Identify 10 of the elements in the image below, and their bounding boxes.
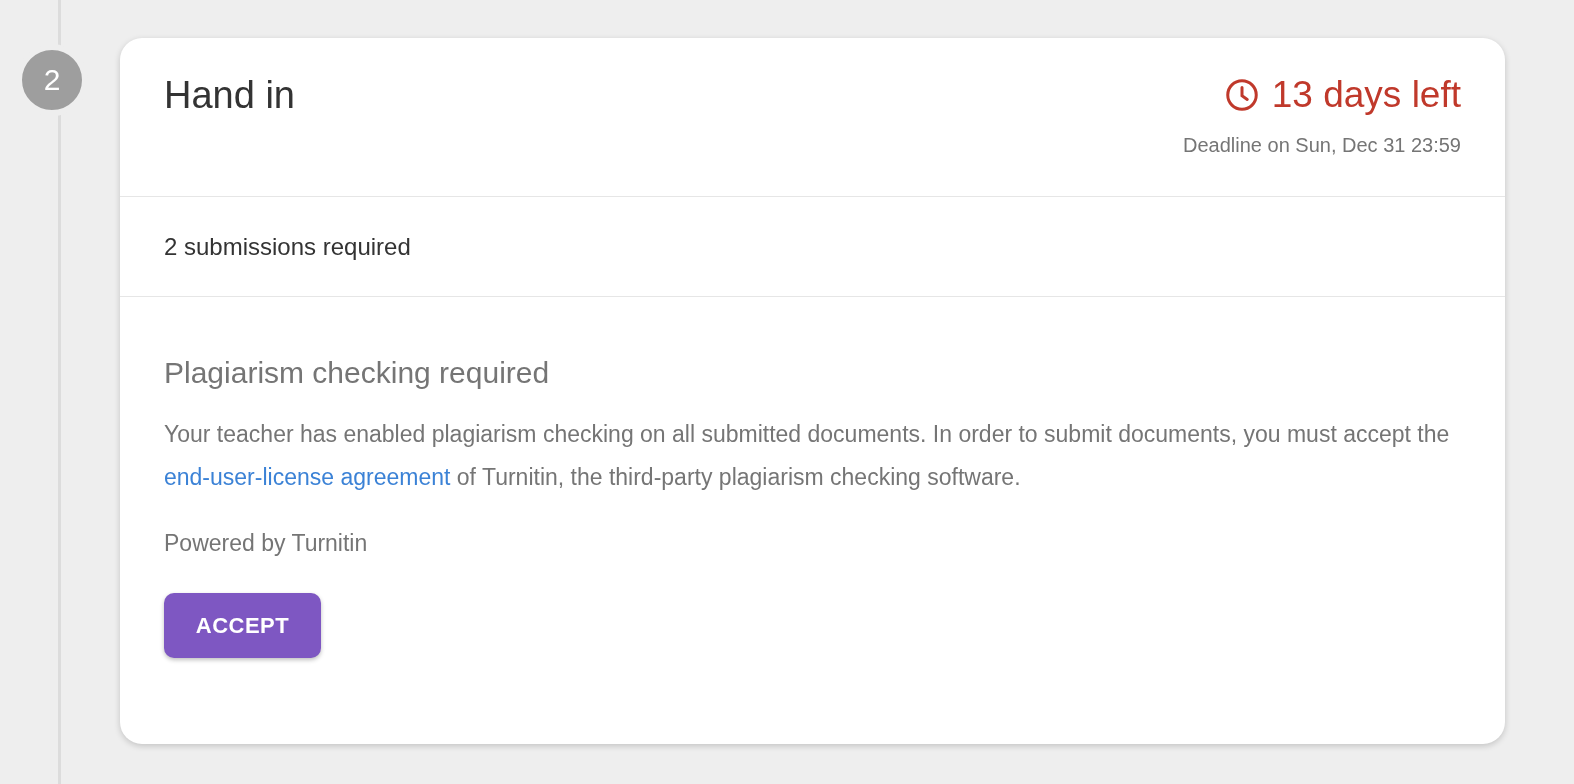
- powered-by-text: Powered by Turnitin: [164, 529, 369, 558]
- clock-icon: [1223, 77, 1260, 113]
- card-title: Hand in: [164, 73, 295, 118]
- accept-button[interactable]: ACCEPT: [164, 593, 321, 658]
- countdown-text: 13 days left: [1271, 73, 1461, 117]
- requirement-text: 2 submissions required: [164, 232, 411, 261]
- license-link[interactable]: end-user-license agreement: [164, 464, 451, 490]
- section-heading: Plagiarism checking required: [164, 355, 551, 391]
- deadline-text: Deadline on Sun, Dec 31 23:59: [1183, 134, 1461, 157]
- plagiarism-paragraph: Your teacher has enabled plagiarism checking on all submitted documents. In order to submit documents, you must accept the end-user-license agreement of Turnitin, the third-party plagiarism checking software.: [164, 420, 1451, 492]
